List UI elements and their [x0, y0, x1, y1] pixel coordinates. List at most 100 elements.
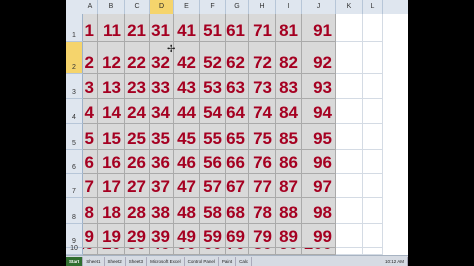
cell-h6[interactable]: 76: [249, 150, 276, 174]
cell-i5[interactable]: 85: [276, 124, 302, 150]
cell-j6[interactable]: 96: [302, 150, 336, 174]
cell-g2[interactable]: 62: [226, 42, 249, 74]
cell-a10[interactable]: 10: [83, 248, 98, 255]
cell-b7[interactable]: 17: [98, 174, 125, 198]
cell-b3[interactable]: 13: [98, 74, 125, 99]
cell-f8[interactable]: 58: [200, 198, 226, 224]
row-header-8[interactable]: 8: [66, 198, 83, 224]
cell-g1[interactable]: 61: [226, 14, 249, 42]
cell-e1[interactable]: 41: [174, 14, 200, 42]
cell-l6[interactable]: [363, 150, 383, 174]
cell-h5[interactable]: 75: [249, 124, 276, 150]
cell-i7[interactable]: 87: [276, 174, 302, 198]
cell-j4[interactable]: 94: [302, 99, 336, 124]
column-header-a[interactable]: A: [83, 0, 98, 14]
cell-h4[interactable]: 74: [249, 99, 276, 124]
cell-d7[interactable]: 37: [150, 174, 174, 198]
taskbar-item[interactable]: Sheet2: [105, 257, 126, 266]
cell-g5[interactable]: 65: [226, 124, 249, 150]
taskbar-item[interactable]: Calc: [236, 257, 253, 266]
cell-b5[interactable]: 15: [98, 124, 125, 150]
cell-c10[interactable]: 30: [125, 248, 150, 255]
cell-c5[interactable]: 25: [125, 124, 150, 150]
cell-e5[interactable]: 45: [174, 124, 200, 150]
cell-l8[interactable]: [363, 198, 383, 224]
cell-g3[interactable]: 63: [226, 74, 249, 99]
cell-b2[interactable]: 12: [98, 42, 125, 74]
cell-a9[interactable]: 9: [83, 224, 98, 248]
cell-e3[interactable]: 43: [174, 74, 200, 99]
cell-e6[interactable]: 46: [174, 150, 200, 174]
cell-i9[interactable]: 89: [276, 224, 302, 248]
cell-k3[interactable]: [336, 74, 363, 99]
cell-c1[interactable]: 21: [125, 14, 150, 42]
cell-f7[interactable]: 57: [200, 174, 226, 198]
cell-f4[interactable]: 54: [200, 99, 226, 124]
cell-f10[interactable]: 60: [200, 248, 226, 255]
row-header-5[interactable]: 5: [66, 124, 83, 150]
cell-g6[interactable]: 66: [226, 150, 249, 174]
cell-l3[interactable]: [363, 74, 383, 99]
cell-j9[interactable]: 99: [302, 224, 336, 248]
cell-k4[interactable]: [336, 99, 363, 124]
cell-k6[interactable]: [336, 150, 363, 174]
cell-e9[interactable]: 49: [174, 224, 200, 248]
cell-f1[interactable]: 51: [200, 14, 226, 42]
row-header-10[interactable]: 10: [66, 245, 83, 255]
cell-j5[interactable]: 95: [302, 124, 336, 150]
cell-j1[interactable]: 91: [302, 14, 336, 42]
cell-l10[interactable]: [363, 248, 383, 255]
cell-a3[interactable]: 3: [83, 74, 98, 99]
cell-f9[interactable]: 59: [200, 224, 226, 248]
cell-k9[interactable]: [336, 224, 363, 248]
cell-f5[interactable]: 55: [200, 124, 226, 150]
cell-e8[interactable]: 48: [174, 198, 200, 224]
cell-c2[interactable]: 22: [125, 42, 150, 74]
cell-k1[interactable]: [336, 14, 363, 42]
cell-i1[interactable]: 81: [276, 14, 302, 42]
row-header-4[interactable]: 4: [66, 99, 83, 124]
cell-h2[interactable]: 72: [249, 42, 276, 74]
cell-f2[interactable]: 52: [200, 42, 226, 74]
column-header-i[interactable]: I: [276, 0, 302, 14]
cell-k8[interactable]: [336, 198, 363, 224]
cell-j10[interactable]: 100: [302, 248, 336, 255]
cell-g8[interactable]: 68: [226, 198, 249, 224]
column-header-l[interactable]: L: [363, 0, 383, 14]
cell-c9[interactable]: 29: [125, 224, 150, 248]
cell-a2[interactable]: 2: [83, 42, 98, 74]
cell-g9[interactable]: 69: [226, 224, 249, 248]
column-header-f[interactable]: F: [200, 0, 226, 14]
cell-h10[interactable]: 80: [249, 248, 276, 255]
cell-h1[interactable]: 71: [249, 14, 276, 42]
row-header-1[interactable]: 1: [66, 14, 83, 42]
cell-h7[interactable]: 77: [249, 174, 276, 198]
cell-d8[interactable]: 38: [150, 198, 174, 224]
cell-b10[interactable]: 20: [98, 248, 125, 255]
column-header-d[interactable]: D: [150, 0, 174, 14]
cell-d9[interactable]: 39: [150, 224, 174, 248]
cell-b1[interactable]: 11: [98, 14, 125, 42]
cell-i2[interactable]: 82: [276, 42, 302, 74]
column-header-b[interactable]: B: [98, 0, 125, 14]
cell-c8[interactable]: 28: [125, 198, 150, 224]
cell-e7[interactable]: 47: [174, 174, 200, 198]
taskbar-item[interactable]: Control Panel: [185, 257, 219, 266]
column-header-k[interactable]: K: [336, 0, 363, 14]
cell-i8[interactable]: 88: [276, 198, 302, 224]
row-header-6[interactable]: 6: [66, 150, 83, 174]
cell-a1[interactable]: 1: [83, 14, 98, 42]
cell-a7[interactable]: 7: [83, 174, 98, 198]
column-header-h[interactable]: H: [249, 0, 276, 14]
cell-k5[interactable]: [336, 124, 363, 150]
cell-i6[interactable]: 86: [276, 150, 302, 174]
cell-e10[interactable]: 50: [174, 248, 200, 255]
cell-i3[interactable]: 83: [276, 74, 302, 99]
row-header-2[interactable]: 2: [66, 42, 83, 74]
cell-d4[interactable]: 34: [150, 99, 174, 124]
cell-f6[interactable]: 56: [200, 150, 226, 174]
cell-i10[interactable]: 90: [276, 248, 302, 255]
taskbar-item[interactable]: Microsoft Excel: [147, 257, 185, 266]
cell-c4[interactable]: 24: [125, 99, 150, 124]
cell-f3[interactable]: 53: [200, 74, 226, 99]
